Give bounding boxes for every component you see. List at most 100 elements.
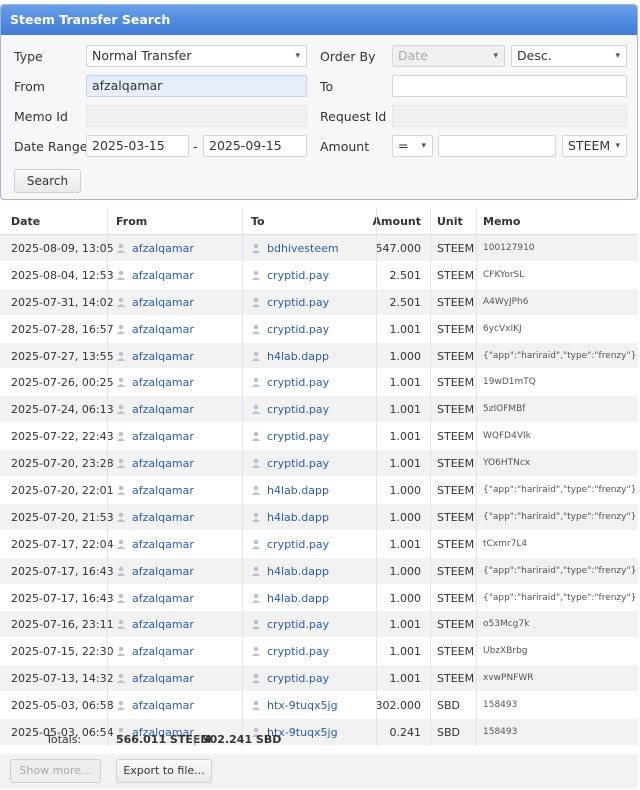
row-from-link[interactable]: afzalqamar: [132, 645, 194, 658]
memo-id-input[interactable]: [86, 105, 307, 127]
row-from[interactable]: afzalqamar: [116, 350, 194, 363]
row-from-link[interactable]: afzalqamar: [132, 699, 194, 712]
row-to[interactable]: h4lab.dapp: [251, 350, 329, 363]
row-to[interactable]: cryptid.pay: [251, 403, 329, 416]
row-from-link[interactable]: afzalqamar: [132, 672, 194, 685]
row-from[interactable]: afzalqamar: [116, 376, 194, 389]
row-to[interactable]: cryptid.pay: [251, 323, 329, 336]
row-to-link[interactable]: cryptid.pay: [267, 323, 329, 336]
row-from-link[interactable]: afzalqamar: [132, 350, 194, 363]
row-to[interactable]: h4lab.dapp: [251, 592, 329, 605]
amount-input[interactable]: [438, 135, 556, 157]
row-from-link[interactable]: afzalqamar: [132, 457, 194, 470]
row-from-link[interactable]: afzalqamar: [132, 269, 194, 282]
row-to-link[interactable]: cryptid.pay: [267, 538, 329, 551]
row-from-link[interactable]: afzalqamar: [132, 242, 194, 255]
table-row: 2025-07-16, 23:11 afzalqamar cryptid.pay 1.…: [0, 611, 638, 639]
show-more-button[interactable]: Show more...: [10, 759, 101, 783]
row-from-link[interactable]: afzalqamar: [132, 376, 194, 389]
from-input[interactable]: afzalqamar: [86, 75, 307, 97]
order-direction-select[interactable]: Desc.: [511, 45, 627, 67]
col-date[interactable]: Date: [11, 215, 40, 228]
row-to-link[interactable]: cryptid.pay: [267, 645, 329, 658]
row-from[interactable]: afzalqamar: [116, 645, 194, 658]
col-memo[interactable]: Memo: [483, 215, 520, 228]
row-from[interactable]: afzalqamar: [116, 457, 194, 470]
row-from[interactable]: afzalqamar: [116, 592, 194, 605]
amount-operator-select[interactable]: =: [392, 135, 433, 157]
row-to[interactable]: cryptid.pay: [251, 645, 329, 658]
row-from-link[interactable]: afzalqamar: [132, 430, 194, 443]
row-to[interactable]: cryptid.pay: [251, 269, 329, 282]
row-from[interactable]: afzalqamar: [116, 296, 194, 309]
row-from-link[interactable]: afzalqamar: [132, 618, 194, 631]
request-id-input[interactable]: [392, 105, 627, 127]
row-from[interactable]: afzalqamar: [116, 672, 194, 685]
row-from[interactable]: afzalqamar: [116, 403, 194, 416]
to-input[interactable]: [392, 75, 627, 97]
row-from-link[interactable]: afzalqamar: [132, 296, 194, 309]
row-from[interactable]: afzalqamar: [116, 430, 194, 443]
row-from[interactable]: afzalqamar: [116, 323, 194, 336]
row-to[interactable]: h4lab.dapp: [251, 565, 329, 578]
row-to[interactable]: h4lab.dapp: [251, 511, 329, 524]
row-from-link[interactable]: afzalqamar: [132, 511, 194, 524]
row-from-link[interactable]: afzalqamar: [132, 592, 194, 605]
row-from-link[interactable]: afzalqamar: [132, 538, 194, 551]
row-from[interactable]: afzalqamar: [116, 269, 194, 282]
col-to[interactable]: To: [251, 215, 265, 228]
row-to[interactable]: cryptid.pay: [251, 457, 329, 470]
row-from[interactable]: afzalqamar: [116, 538, 194, 551]
col-unit[interactable]: Unit: [437, 215, 463, 228]
row-from[interactable]: afzalqamar: [116, 242, 194, 255]
row-to[interactable]: cryptid.pay: [251, 376, 329, 389]
row-from[interactable]: afzalqamar: [116, 618, 194, 631]
row-to[interactable]: bdhivesteem: [251, 242, 339, 255]
row-to-link[interactable]: h4lab.dapp: [267, 484, 329, 497]
type-select[interactable]: Normal Transfer: [86, 45, 307, 67]
row-to-link[interactable]: htx-9tuqx5jg: [267, 699, 338, 712]
row-from-link[interactable]: afzalqamar: [132, 484, 194, 497]
row-to-link[interactable]: cryptid.pay: [267, 430, 329, 443]
col-amount[interactable]: Amount: [373, 215, 421, 228]
row-to-link[interactable]: cryptid.pay: [267, 672, 329, 685]
row-to-link[interactable]: cryptid.pay: [267, 296, 329, 309]
row-from[interactable]: afzalqamar: [116, 511, 194, 524]
row-to-link[interactable]: h4lab.dapp: [267, 511, 329, 524]
row-to[interactable]: h4lab.dapp: [251, 484, 329, 497]
row-to[interactable]: cryptid.pay: [251, 430, 329, 443]
date-to-input[interactable]: 2025-09-15: [203, 135, 307, 157]
row-to-link[interactable]: h4lab.dapp: [267, 592, 329, 605]
row-to-link[interactable]: cryptid.pay: [267, 376, 329, 389]
col-from[interactable]: From: [116, 215, 147, 228]
search-button[interactable]: Search: [14, 169, 81, 193]
row-to[interactable]: htx-9tuqx5jg: [251, 699, 338, 712]
amount-unit-select[interactable]: STEEM: [562, 135, 627, 157]
row-from-link[interactable]: afzalqamar: [132, 403, 194, 416]
user-icon: [251, 511, 267, 524]
date-range-label: Date Range: [14, 139, 88, 154]
export-button[interactable]: Export to file...: [116, 759, 212, 783]
row-to-link[interactable]: cryptid.pay: [267, 403, 329, 416]
row-amount: 2.501: [389, 295, 422, 309]
row-from[interactable]: afzalqamar: [116, 484, 194, 497]
row-to[interactable]: cryptid.pay: [251, 618, 329, 631]
row-to-link[interactable]: cryptid.pay: [267, 618, 329, 631]
date-from-input[interactable]: 2025-03-15: [86, 135, 189, 157]
row-to-link[interactable]: h4lab.dapp: [267, 350, 329, 363]
row-to[interactable]: cryptid.pay: [251, 672, 329, 685]
table-row: 2025-07-20, 23:28 afzalqamar cryptid.pay 1.…: [0, 450, 638, 478]
row-to-link[interactable]: h4lab.dapp: [267, 565, 329, 578]
row-from-link[interactable]: afzalqamar: [132, 565, 194, 578]
row-memo: 5zIOFMBf: [483, 404, 526, 415]
order-by-select[interactable]: Date: [392, 45, 505, 67]
from-label: From: [14, 79, 45, 94]
row-to[interactable]: cryptid.pay: [251, 538, 329, 551]
row-from-link[interactable]: afzalqamar: [132, 323, 194, 336]
row-from[interactable]: afzalqamar: [116, 565, 194, 578]
row-to[interactable]: cryptid.pay: [251, 296, 329, 309]
row-from[interactable]: afzalqamar: [116, 699, 194, 712]
row-to-link[interactable]: cryptid.pay: [267, 269, 329, 282]
row-to-link[interactable]: cryptid.pay: [267, 457, 329, 470]
row-to-link[interactable]: bdhivesteem: [267, 242, 339, 255]
